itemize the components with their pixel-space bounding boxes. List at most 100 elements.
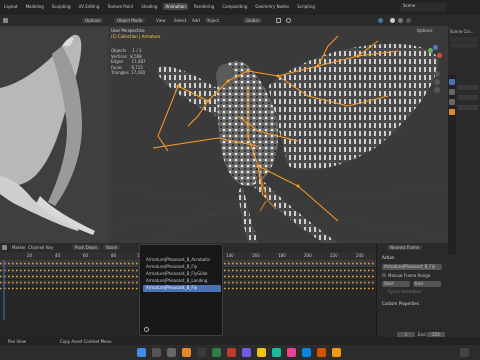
axis-y-icon[interactable] (428, 48, 433, 53)
key-menu[interactable]: Key (46, 245, 53, 250)
tab-shading[interactable]: Shading (139, 3, 159, 10)
object-menu[interactable]: Object (206, 18, 219, 23)
main-viewport[interactable]: Object Mode View Select Add Object Globa… (108, 15, 448, 243)
ruler-tick: 200 (304, 253, 312, 258)
render-tab-icon[interactable] (449, 89, 455, 95)
system-tray-icon[interactable] (460, 348, 469, 357)
snap-mode-selector[interactable]: Nearest Frame (387, 245, 423, 250)
app-icon[interactable] (287, 348, 296, 357)
shading-render-icon[interactable] (406, 18, 411, 23)
app-icon[interactable] (212, 348, 221, 357)
outliner-row[interactable] (450, 37, 478, 42)
search-icon[interactable] (144, 327, 149, 332)
bird-render-preview (0, 26, 108, 243)
left-viewport-header: Options (0, 15, 108, 26)
tab-rendering[interactable]: Rendering (192, 3, 216, 10)
tab-scripting[interactable]: Scripting (295, 3, 317, 10)
push-down-button[interactable]: Push Down (72, 245, 101, 250)
app-icon[interactable] (272, 348, 281, 357)
tool-tab-icon[interactable] (449, 79, 455, 85)
top-bar: Layout Modeling Sculpting UV Editing Texture… (0, 0, 480, 15)
action-item[interactable]: Armature|Pheasant_B_Landing (143, 278, 221, 285)
viewport-header: Object Mode View Select Add Object Globa… (108, 15, 448, 26)
ruler-tick: 20 (27, 253, 33, 258)
properties-field[interactable] (458, 85, 478, 90)
app-icon[interactable] (302, 348, 311, 357)
hand-icon[interactable] (434, 79, 440, 85)
left-viewport[interactable]: Options (0, 15, 108, 243)
axis-x-icon[interactable] (437, 53, 442, 58)
orientation-selector[interactable]: Global (243, 18, 262, 23)
marker-menu[interactable]: Marker (12, 245, 26, 250)
action-item-selected[interactable]: Armature|Pheasant_B_Fly (143, 285, 221, 292)
snap-icon[interactable] (276, 18, 281, 23)
outliner-row[interactable] (450, 43, 478, 48)
properties-column: Scene Col... (448, 15, 480, 345)
select-menu[interactable]: Select (174, 18, 186, 23)
camera-icon[interactable] (434, 87, 440, 93)
left-options-button[interactable]: Options (82, 18, 104, 23)
app-icon[interactable] (317, 348, 326, 357)
tab-modeling[interactable]: Modeling (24, 3, 46, 10)
outliner-item[interactable]: Scene Col... (450, 29, 474, 34)
cyclic-label[interactable]: Cyclic Animation (388, 289, 421, 294)
shading-material-icon[interactable] (398, 18, 403, 23)
tab-texture-paint[interactable]: Texture Paint (105, 3, 135, 10)
status-bar: Pan View Copy Asset Context Menu (0, 337, 480, 345)
collection-label: (1) Collection | Armature (111, 34, 161, 39)
custom-properties-header[interactable]: Custom Properties (382, 301, 419, 306)
action-item[interactable]: Armature|Pheasant_B_FlyGlide (143, 271, 221, 278)
manual-range-checkbox[interactable] (382, 273, 386, 277)
action-item[interactable]: Armature|Pheasant_B_Fly (143, 264, 221, 271)
manual-range-label: Manual Frame Range (388, 273, 431, 278)
ruler-tick: 80 (111, 253, 117, 258)
task-view-icon[interactable] (167, 348, 176, 357)
blender-taskbar-icon[interactable] (332, 348, 341, 357)
tab-uv-editing[interactable]: UV Editing (77, 3, 102, 10)
channel-menu[interactable]: Channel (28, 245, 44, 250)
ruler-tick: 220 (330, 253, 338, 258)
action-item[interactable]: Armature|Pheasant_B_Acrobatic (143, 257, 221, 264)
tab-animation[interactable]: Animation (163, 3, 188, 10)
action-section-header[interactable]: Action (382, 255, 395, 260)
axis-z-icon[interactable] (433, 45, 438, 50)
windows-taskbar (0, 345, 480, 360)
search-icon[interactable] (152, 348, 161, 357)
zoom-icon[interactable] (434, 71, 440, 77)
editor-type-icon[interactable] (3, 18, 8, 23)
status-left: Pan View (8, 339, 26, 344)
view-menu[interactable]: View (156, 18, 166, 23)
end-field[interactable]: End (413, 281, 441, 287)
ruler-tick: 180 (278, 253, 286, 258)
app-icon[interactable] (182, 348, 191, 357)
output-tab-icon[interactable] (449, 99, 455, 105)
editor-type-icon[interactable] (2, 245, 7, 250)
action-dropdown[interactable]: Armature|Pheasant_B_Acrobatic Armature|P… (139, 244, 223, 336)
start-field[interactable]: Start (382, 281, 410, 287)
scene-name: Scene (403, 3, 416, 8)
properties-field[interactable] (458, 95, 478, 100)
navigation-gizmo[interactable] (424, 45, 444, 65)
overlay-icon[interactable] (378, 18, 383, 23)
stash-button[interactable]: Stash (103, 245, 121, 250)
scene-statistics: Objects 1 / 3 Vertices 8,508 Edges 17,48… (111, 48, 145, 76)
tab-geometry-nodes[interactable]: Geometry Nodes (253, 3, 291, 10)
mode-selector[interactable]: Object Mode (114, 18, 146, 23)
shading-solid-icon[interactable] (390, 18, 395, 23)
app-icon[interactable] (257, 348, 266, 357)
tab-compositing[interactable]: Compositing (220, 3, 249, 10)
proportional-edit-icon[interactable] (286, 18, 291, 23)
stat-triangles: Triangles 17,430 (111, 70, 146, 76)
add-menu[interactable]: Add (192, 18, 200, 23)
app-icon[interactable] (227, 348, 236, 357)
properties-field[interactable] (458, 105, 478, 110)
scene-selector[interactable]: Scene (400, 3, 446, 11)
windows-start-icon[interactable] (137, 348, 146, 357)
action-name-field[interactable]: Armature|Pheasant_B_Fly (382, 264, 442, 270)
tab-layout[interactable]: Layout (2, 3, 20, 10)
tab-sculpting[interactable]: Sculpting (50, 3, 73, 10)
app-icon[interactable] (242, 348, 251, 357)
action-side-panel: Nearest Frame Action Armature|Pheasant_B… (376, 243, 448, 345)
object-tab-icon[interactable] (449, 109, 455, 115)
app-icon[interactable] (197, 348, 206, 357)
